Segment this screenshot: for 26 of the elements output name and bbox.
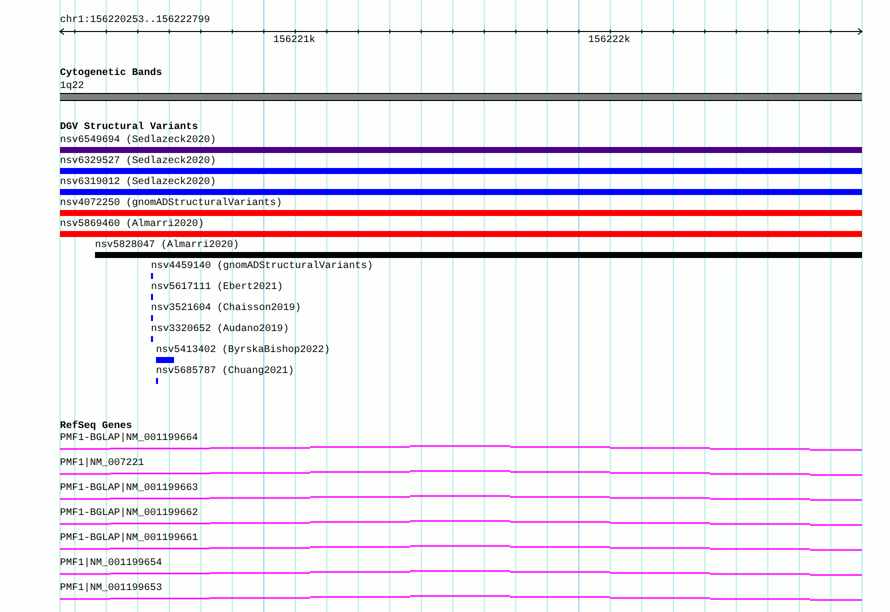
variant-label: nsv5685787 (Chuang2021) — [156, 366, 294, 377]
variant-label: nsv4459140 (gnomADStructuralVariants) — [151, 261, 374, 272]
ruler-tick-label: 156222k — [588, 35, 630, 46]
variant-label: nsv5869460 (Almarri2020) — [60, 219, 204, 230]
variant-label: nsv6329527 (Sedlazeck2020) — [60, 156, 216, 167]
track-title: Cytogenetic Bands — [60, 68, 162, 79]
band-label: 1q22 — [60, 81, 84, 92]
variant-label: nsv3320652 (Audano2019) — [151, 324, 290, 335]
track-title: RefSeq Genes — [60, 421, 132, 432]
track-title: DGV Structural Variants — [60, 122, 198, 133]
ruler-tick-label: 156221k — [273, 35, 316, 46]
transcript-label: PMF1-BGLAP|NM_001199661 — [60, 533, 198, 544]
variant-label: nsv4072250 (gnomADStructuralVariants) — [60, 198, 282, 209]
transcript-label: PMF1|NM_007221 — [60, 458, 144, 469]
transcript-label: PMF1|NM_001199654 — [60, 558, 162, 569]
variant-label: nsv5413402 (ByrskaBishop2022) — [156, 345, 330, 356]
transcript-label: PMF1|NM_001199653 — [60, 583, 162, 594]
variant-label: nsv5617111 (Ebert2021) — [151, 282, 284, 293]
transcript-label: PMF1-BGLAP|NM_001199664 — [60, 433, 198, 444]
transcript-label: PMF1-BGLAP|NM_001199663 — [60, 483, 198, 494]
variant-label: nsv5828047 (Almarri2020) — [95, 240, 240, 251]
location-label: chr1:156220253..156222799 — [60, 15, 210, 26]
variant-label: nsv6319012 (Sedlazeck2020) — [60, 177, 216, 188]
transcript-label: PMF1-BGLAP|NM_001199662 — [60, 508, 198, 519]
variant-label: nsv6549694 (Sedlazeck2020) — [60, 135, 216, 146]
variant-label: nsv3521604 (Chaisson2019) — [151, 303, 302, 314]
